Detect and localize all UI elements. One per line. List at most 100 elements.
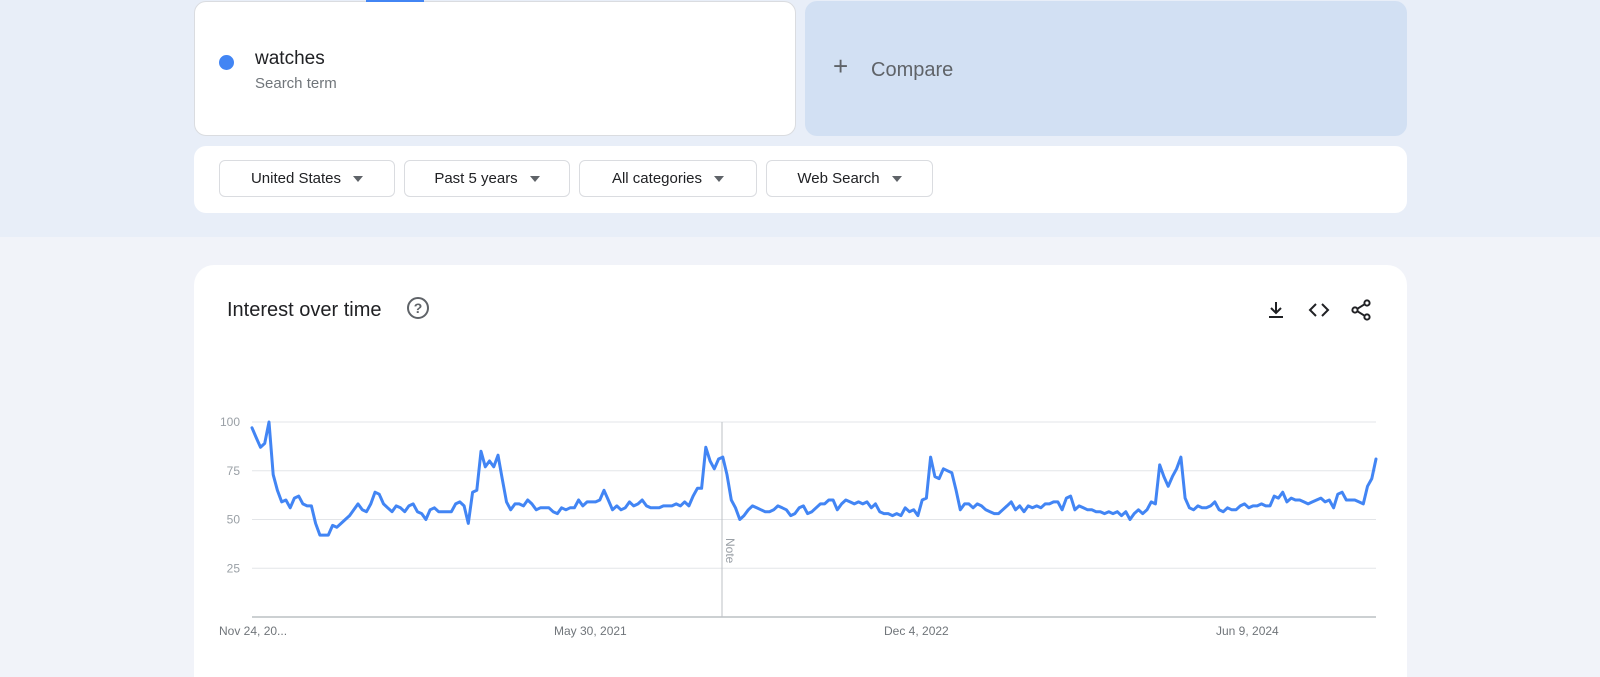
data-point[interactable] — [356, 502, 360, 506]
data-point[interactable] — [742, 514, 746, 518]
location-filter[interactable]: United States — [219, 160, 395, 197]
data-point[interactable] — [1289, 496, 1293, 500]
data-point[interactable] — [513, 502, 517, 506]
data-point[interactable] — [509, 508, 513, 512]
data-point[interactable] — [768, 510, 772, 514]
data-point[interactable] — [1035, 504, 1039, 508]
data-point[interactable] — [619, 508, 623, 512]
data-point[interactable] — [250, 426, 254, 430]
data-point[interactable] — [1281, 490, 1285, 494]
data-point[interactable] — [479, 449, 483, 453]
data-point[interactable] — [1170, 475, 1174, 479]
data-point[interactable] — [585, 500, 589, 504]
data-point[interactable] — [1124, 510, 1128, 514]
data-point[interactable] — [466, 521, 470, 525]
data-point[interactable] — [852, 502, 856, 506]
data-point[interactable] — [1353, 498, 1357, 502]
data-point[interactable] — [297, 494, 301, 498]
data-point[interactable] — [1298, 498, 1302, 502]
data-point[interactable] — [1115, 510, 1119, 514]
data-point[interactable] — [538, 506, 542, 510]
data-point[interactable] — [458, 500, 462, 504]
data-point[interactable] — [488, 459, 492, 463]
data-point[interactable] — [288, 506, 292, 510]
data-point[interactable] — [958, 508, 962, 512]
data-point[interactable] — [1052, 500, 1056, 504]
data-point[interactable] — [1251, 504, 1255, 508]
data-point[interactable] — [280, 500, 284, 504]
data-point[interactable] — [869, 506, 873, 510]
data-point[interactable] — [840, 502, 844, 506]
data-point[interactable] — [352, 508, 356, 512]
data-point[interactable] — [1009, 500, 1013, 504]
data-point[interactable] — [1158, 463, 1162, 467]
data-point[interactable] — [886, 512, 890, 516]
series-line-watches[interactable] — [250, 420, 1378, 537]
data-point[interactable] — [1247, 506, 1251, 510]
data-point[interactable] — [1090, 508, 1094, 512]
data-point[interactable] — [1073, 508, 1077, 512]
data-point[interactable] — [505, 500, 509, 504]
data-point[interactable] — [530, 502, 534, 506]
data-point[interactable] — [1039, 506, 1043, 510]
data-point[interactable] — [441, 510, 445, 514]
data-point[interactable] — [1056, 500, 1060, 504]
data-point[interactable] — [322, 533, 326, 537]
data-point[interactable] — [1141, 512, 1145, 516]
data-point[interactable] — [1255, 504, 1259, 508]
data-point[interactable] — [649, 506, 653, 510]
data-point[interactable] — [517, 502, 521, 506]
data-point[interactable] — [555, 512, 559, 516]
data-point[interactable] — [1196, 504, 1200, 508]
data-point[interactable] — [789, 514, 793, 518]
data-point[interactable] — [462, 504, 466, 508]
interest-chart[interactable]: 25 50 75 100 Note Nov 24, 20... May 30, 2021… — [194, 265, 1407, 677]
data-point[interactable] — [411, 502, 415, 506]
data-point[interactable] — [937, 477, 941, 481]
data-point[interactable] — [390, 510, 394, 514]
data-point[interactable] — [721, 455, 725, 459]
data-point[interactable] — [946, 469, 950, 473]
data-point[interactable] — [445, 510, 449, 514]
data-point[interactable] — [1137, 508, 1141, 512]
data-point[interactable] — [1272, 494, 1276, 498]
data-point[interactable] — [500, 477, 504, 481]
data-point[interactable] — [271, 473, 275, 477]
data-point[interactable] — [1361, 502, 1365, 506]
data-point[interactable] — [568, 506, 572, 510]
data-point[interactable] — [1209, 504, 1213, 508]
data-point[interactable] — [738, 518, 742, 522]
data-point[interactable] — [1204, 506, 1208, 510]
data-point[interactable] — [683, 500, 687, 504]
data-point[interactable] — [814, 506, 818, 510]
search-term-name[interactable]: watches — [255, 48, 325, 70]
data-point[interactable] — [475, 488, 479, 492]
data-point[interactable] — [254, 436, 258, 440]
data-point[interactable] — [623, 506, 627, 510]
data-point[interactable] — [1319, 496, 1323, 500]
data-point[interactable] — [793, 512, 797, 516]
data-point[interactable] — [882, 512, 886, 516]
data-point[interactable] — [865, 500, 869, 504]
data-point[interactable] — [543, 506, 547, 510]
data-point[interactable] — [1349, 498, 1353, 502]
data-point[interactable] — [369, 502, 373, 506]
data-point[interactable] — [314, 521, 318, 525]
data-point[interactable] — [1043, 502, 1047, 506]
data-point[interactable] — [997, 512, 1001, 516]
data-point[interactable] — [437, 510, 441, 514]
data-point[interactable] — [1145, 508, 1149, 512]
data-point[interactable] — [861, 502, 865, 506]
data-point[interactable] — [343, 518, 347, 522]
data-point[interactable] — [547, 506, 551, 510]
data-point[interactable] — [848, 500, 852, 504]
data-point[interactable] — [1238, 504, 1242, 508]
data-point[interactable] — [1132, 512, 1136, 516]
data-point[interactable] — [895, 512, 899, 516]
data-point[interactable] — [878, 510, 882, 514]
data-point[interactable] — [1306, 502, 1310, 506]
data-point[interactable] — [551, 510, 555, 514]
data-point[interactable] — [284, 498, 288, 502]
data-point[interactable] — [1166, 484, 1170, 488]
data-point[interactable] — [1264, 504, 1268, 508]
